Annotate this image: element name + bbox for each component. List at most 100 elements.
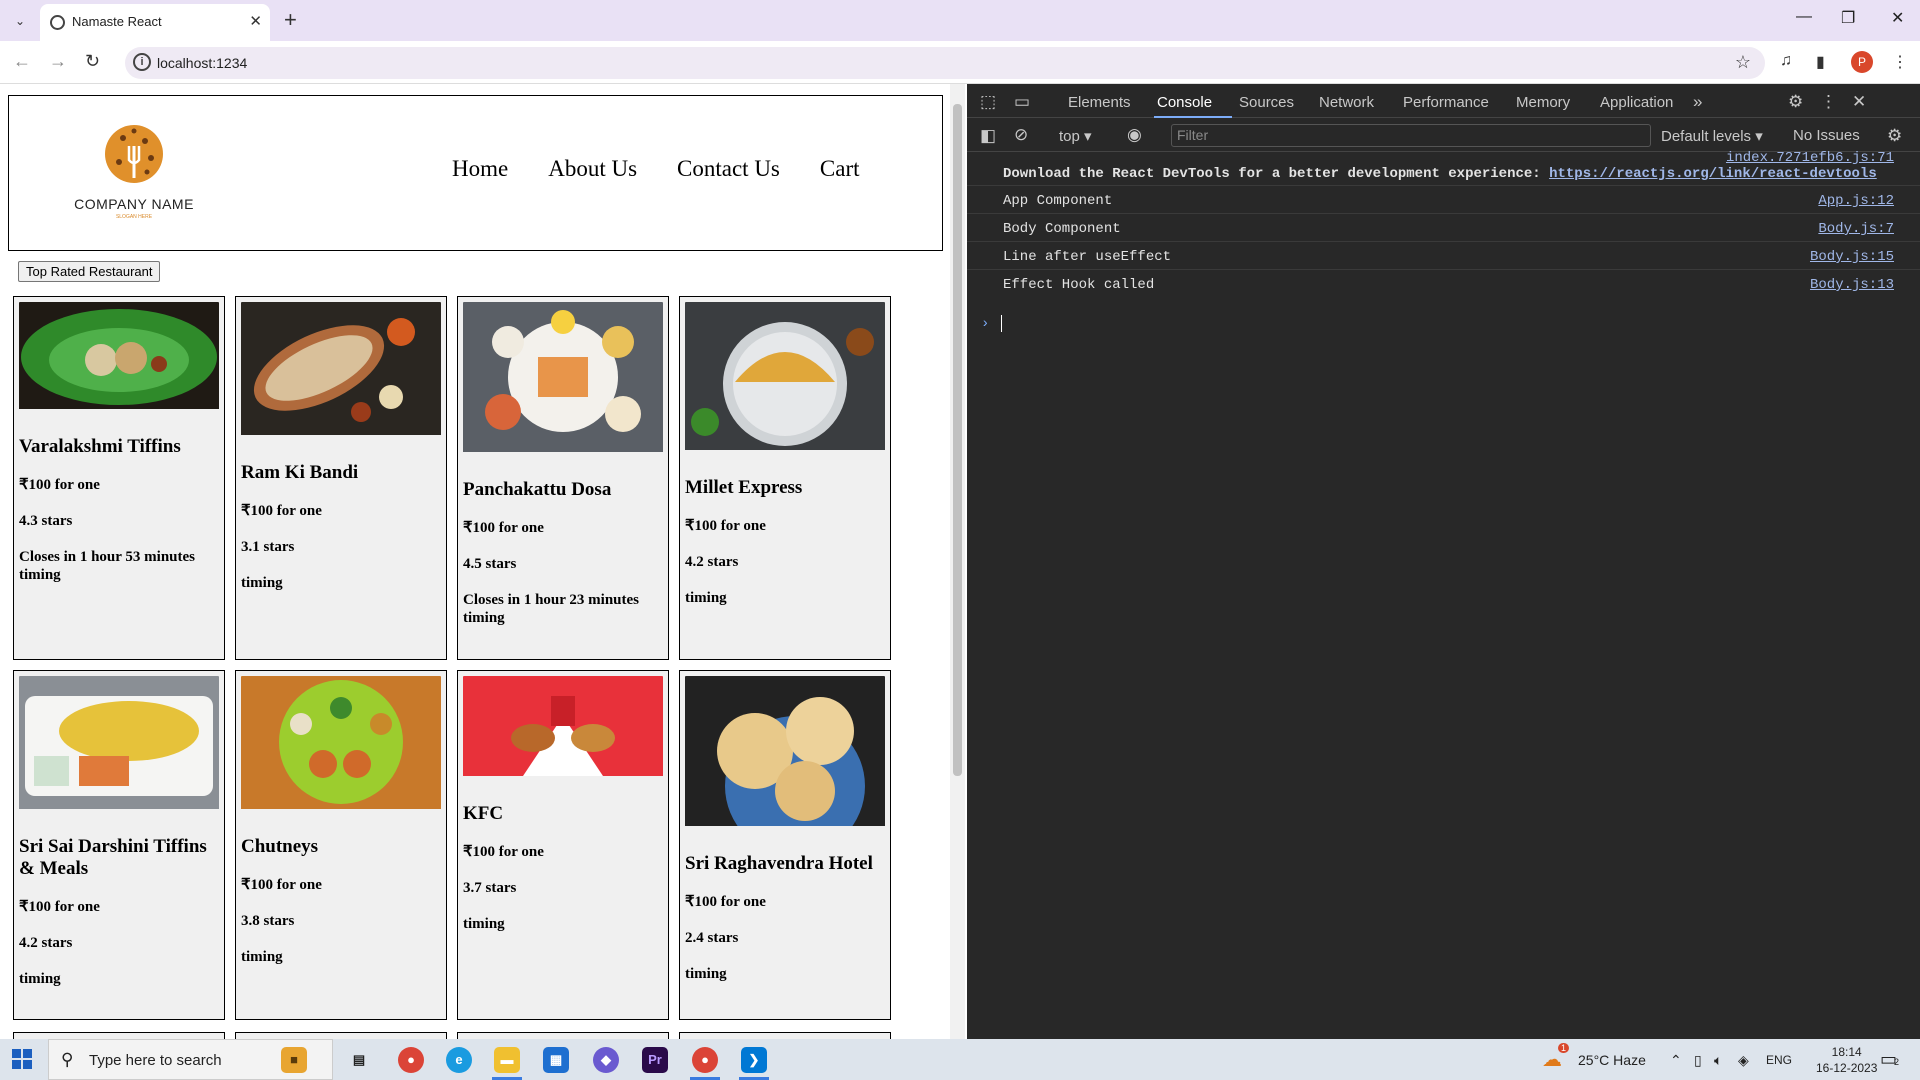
tab-sources[interactable]: Sources <box>1239 94 1294 111</box>
settings-gear-icon[interactable]: ⚙ <box>1788 92 1803 112</box>
restaurant-card[interactable] <box>13 1032 225 1039</box>
widgets-icon[interactable]: ■ <box>281 1047 307 1073</box>
company-logo[interactable]: COMPANY NAME SLOGAN HERE <box>59 98 209 248</box>
restaurant-name: Millet Express <box>685 477 803 498</box>
tab-console[interactable]: Console <box>1157 94 1212 111</box>
restaurant-card[interactable]: Varalakshmi Tiffins ₹100 for one 4.3 sta… <box>13 296 225 660</box>
tab-search-chevron-icon[interactable]: ⌄ <box>8 9 32 33</box>
microsoft-store-icon[interactable]: ▦ <box>543 1047 569 1073</box>
console-log-entry: Body Component Body.js:7 <box>967 214 1920 242</box>
reload-icon[interactable]: ↻ <box>85 51 100 72</box>
network-icon[interactable]: ◈ <box>1738 1052 1749 1069</box>
devtools-panel: ⬚ ▭ Elements Console Sources Network Per… <box>967 84 1920 1039</box>
taskbar-clock[interactable]: 18:14 16-12-2023 <box>1816 1044 1877 1076</box>
log-source-link[interactable]: Body.js:13 <box>1810 277 1894 293</box>
chrome-active-icon[interactable]: ● <box>692 1047 718 1073</box>
react-devtools-link[interactable]: https://reactjs.org/link/react-devtools <box>1549 166 1877 182</box>
nav-home[interactable]: Home <box>452 156 508 182</box>
tab-performance[interactable]: Performance <box>1403 94 1489 111</box>
restore-icon[interactable]: ❐ <box>1841 8 1855 28</box>
log-source-link[interactable]: index.7271efb6.js:71 <box>1726 150 1894 166</box>
file-explorer-icon[interactable]: ▬ <box>494 1047 520 1073</box>
log-source-link[interactable]: App.js:12 <box>1818 193 1894 209</box>
restaurant-card[interactable] <box>679 1032 891 1039</box>
restaurant-card[interactable]: Sri Raghavendra Hotel ₹100 for one 2.4 s… <box>679 670 891 1020</box>
nav-cart[interactable]: Cart <box>820 156 860 182</box>
side-panel-icon[interactable]: ▮ <box>1816 52 1825 72</box>
volume-icon[interactable]: 🔈︎ <box>1714 1052 1722 1069</box>
restaurant-rating: 4.2 stars <box>685 554 739 570</box>
minimize-icon[interactable]: — <box>1796 8 1812 26</box>
console-settings-gear-icon[interactable]: ⚙ <box>1887 126 1902 146</box>
restaurant-card[interactable]: Millet Express ₹100 for one 4.2 stars ti… <box>679 296 891 660</box>
restaurant-card[interactable]: Ram Ki Bandi ₹100 for one 3.1 stars timi… <box>235 296 447 660</box>
tab-network[interactable]: Network <box>1319 94 1374 111</box>
restaurant-name: KFC <box>463 803 504 824</box>
bookmark-star-icon[interactable]: ☆ <box>1735 52 1751 73</box>
task-view-icon[interactable]: ▤ <box>346 1047 372 1073</box>
tab-elements[interactable]: Elements <box>1068 94 1131 111</box>
windows-start-icon[interactable] <box>12 1049 32 1069</box>
restaurant-card[interactable] <box>235 1032 447 1039</box>
restaurant-card[interactable]: Sri Sai Darshini Tiffins & Meals ₹100 fo… <box>13 670 225 1020</box>
restaurant-card[interactable]: Chutneys ₹100 for one 3.8 stars timing <box>235 670 447 1020</box>
tab-application[interactable]: Application <box>1600 94 1673 111</box>
clear-console-icon[interactable]: ⊘ <box>1014 125 1028 145</box>
log-source-link[interactable]: Body.js:15 <box>1810 249 1894 265</box>
omnibox[interactable]: i localhost:1234 ☆ <box>125 47 1765 79</box>
battery-icon[interactable]: ▯ <box>1694 1052 1702 1069</box>
page-scrollbar-thumb[interactable] <box>953 104 962 776</box>
restaurant-name: Chutneys <box>241 836 319 857</box>
language-indicator[interactable]: ENG <box>1766 1053 1792 1067</box>
profile-avatar[interactable]: P <box>1851 51 1873 73</box>
browser-tab[interactable]: Namaste React ✕ <box>40 4 270 41</box>
premiere-pro-icon[interactable]: Pr <box>642 1047 668 1073</box>
restaurant-price: ₹100 for one <box>241 877 322 893</box>
restaurant-card[interactable] <box>457 1032 669 1039</box>
forward-icon[interactable]: → <box>49 51 67 72</box>
site-info-icon[interactable]: i <box>133 53 151 71</box>
close-tab-icon[interactable]: ✕ <box>249 12 262 30</box>
close-window-icon[interactable]: ✕ <box>1891 8 1904 28</box>
inspect-element-icon[interactable]: ⬚ <box>980 92 996 112</box>
context-selector[interactable]: top ▾ <box>1059 127 1092 145</box>
sidebar-toggle-icon[interactable]: ◧ <box>980 126 996 146</box>
restaurant-card[interactable]: KFC ₹100 for one 3.7 stars timing <box>457 670 669 1020</box>
more-tabs-icon[interactable]: » <box>1693 92 1702 112</box>
log-levels-dropdown[interactable]: Default levels ▾ <box>1661 127 1763 145</box>
restaurant-rating: 4.2 stars <box>19 935 73 951</box>
tab-memory[interactable]: Memory <box>1516 94 1570 111</box>
nav-contact-us[interactable]: Contact Us <box>677 156 780 182</box>
logo-company-name: COMPANY NAME <box>74 196 194 212</box>
issues-counter[interactable]: No Issues <box>1793 127 1860 144</box>
back-icon[interactable]: ← <box>13 51 31 72</box>
restaurant-card[interactable]: Panchakattu Dosa ₹100 for one 4.5 stars … <box>457 296 669 660</box>
top-rated-filter-button[interactable]: Top Rated Restaurant <box>18 261 161 282</box>
weather-text[interactable]: 25°C Haze <box>1578 1052 1646 1068</box>
console-input-caret[interactable] <box>1001 315 1002 332</box>
vscode-icon[interactable]: ❯ <box>741 1047 767 1073</box>
console-filter-input[interactable]: Filter <box>1171 124 1651 147</box>
live-expression-eye-icon[interactable]: ◉ <box>1127 125 1142 145</box>
browser-menu-icon[interactable]: ⋮ <box>1892 52 1908 72</box>
restaurant-image <box>19 302 219 414</box>
nav-about-us[interactable]: About Us <box>548 156 637 182</box>
log-source-link[interactable]: Body.js:7 <box>1818 221 1894 237</box>
restaurant-price: ₹100 for one <box>463 844 544 860</box>
show-hidden-icons-chevron-icon[interactable]: ⌃ <box>1670 1052 1682 1069</box>
console-log-entry: Line after useEffect Body.js:15 <box>967 242 1920 270</box>
devtools-menu-icon[interactable]: ⋮ <box>1820 92 1837 112</box>
clock-time: 18:14 <box>1831 1045 1862 1059</box>
copilot-icon[interactable]: ◆ <box>593 1047 619 1073</box>
chrome-icon[interactable]: ● <box>398 1047 424 1073</box>
close-devtools-icon[interactable]: ✕ <box>1852 92 1866 112</box>
restaurant-timing: timing <box>241 575 283 591</box>
media-control-icon[interactable]: ♫ <box>1780 52 1792 70</box>
url-text[interactable]: localhost:1234 <box>157 55 247 71</box>
edge-icon[interactable]: e <box>446 1047 472 1073</box>
browser-tab-strip: ⌄ Namaste React ✕ + — ❐ ✕ <box>0 0 1920 41</box>
restaurant-price: ₹100 for one <box>685 518 766 534</box>
console-output: index.7271efb6.js:71 Download the React … <box>967 150 1920 332</box>
new-tab-icon[interactable]: + <box>284 7 297 33</box>
device-toolbar-icon[interactable]: ▭ <box>1014 92 1030 112</box>
